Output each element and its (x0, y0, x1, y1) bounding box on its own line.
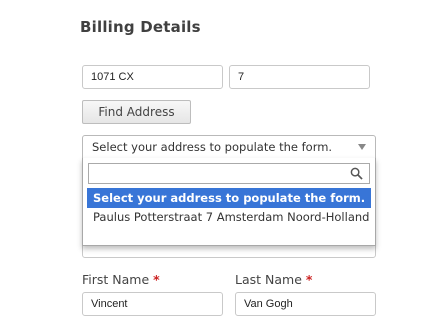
address-select[interactable]: Select your address to populate the form… (82, 135, 376, 159)
address-option-result[interactable]: Paulus Potterstraat 7 Amsterdam Noord-Ho… (87, 210, 371, 224)
last-name-input[interactable]: Van Gogh (235, 292, 376, 316)
section-title: Billing Details (80, 18, 201, 36)
search-icon (350, 167, 363, 180)
required-marker: * (305, 272, 313, 287)
required-marker: * (153, 272, 160, 287)
last-name-label-text: Last Name (235, 272, 302, 287)
address-dropdown: Select your address to populate the form… (82, 158, 376, 246)
first-name-label-text: First Name (82, 272, 150, 287)
house-number-input[interactable]: 7 (229, 65, 370, 89)
address-select-value: Select your address to populate the form… (92, 140, 333, 154)
first-name-label: First Name * (82, 272, 160, 287)
last-name-label: Last Name * (235, 272, 312, 287)
first-name-input[interactable]: Vincent (82, 292, 223, 316)
address-search-input[interactable] (88, 163, 370, 184)
address-option-placeholder[interactable]: Select your address to populate the form… (87, 188, 371, 208)
chevron-down-icon[interactable] (358, 144, 366, 150)
postcode-input[interactable]: 1071 CX (82, 65, 223, 89)
find-address-button[interactable]: Find Address (82, 100, 191, 124)
